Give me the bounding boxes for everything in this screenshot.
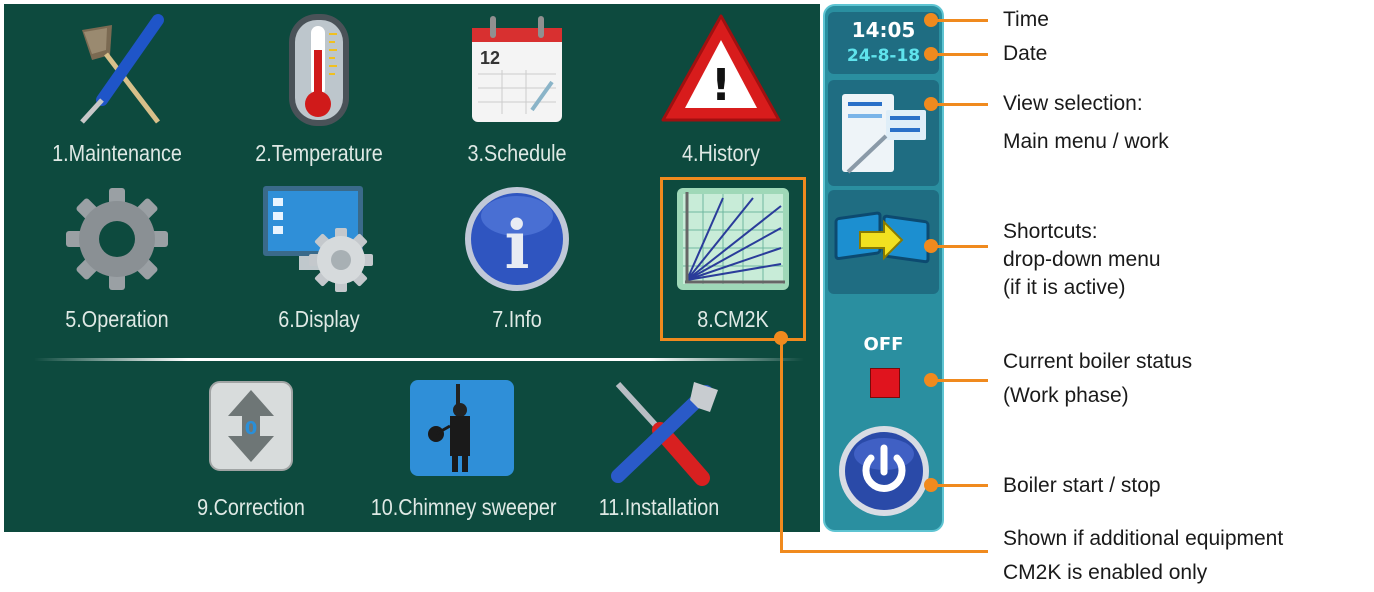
shortcuts-button[interactable] bbox=[828, 190, 939, 294]
gear-icon bbox=[66, 188, 168, 290]
shortcuts-icon bbox=[834, 211, 930, 264]
callout-line-cm2k-horizontal bbox=[780, 550, 988, 553]
menu-divider bbox=[34, 358, 804, 361]
annotation-shortcuts: Shortcuts: drop-down menu (if it is acti… bbox=[1003, 218, 1161, 302]
menu-item-label: 3.Schedule bbox=[467, 140, 567, 166]
callout-line-start-stop bbox=[932, 484, 988, 487]
annotation-time: Time bbox=[1003, 8, 1049, 31]
sidebar: 14:05 24-8-18 OFF bbox=[823, 4, 944, 532]
date-display: 24-8-18 bbox=[846, 46, 921, 66]
calendar-icon: 12 bbox=[472, 16, 562, 122]
callout-line-boiler-status bbox=[932, 379, 988, 382]
annotation-view-selection: View selection: Main menu / work bbox=[1003, 90, 1169, 156]
menu-item-label: 1.Maintenance bbox=[52, 140, 182, 166]
menu-item-installation[interactable]: 11.Installation bbox=[564, 378, 754, 521]
view-selection-icon bbox=[842, 94, 926, 174]
annotation-cm2k: Shown if additional equipment CM2K is en… bbox=[1003, 522, 1283, 590]
menu-item-operation[interactable]: 5.Operation bbox=[22, 184, 212, 333]
menu-item-label: 2.Temperature bbox=[255, 140, 383, 166]
cm2k-highlight-box bbox=[660, 177, 806, 341]
menu-item-temperature[interactable]: 2.Temperature bbox=[224, 10, 414, 167]
correction-value: 0 bbox=[245, 418, 258, 439]
info-icon: i bbox=[465, 187, 569, 291]
status-indicator bbox=[870, 368, 900, 398]
menu-item-history[interactable]: ! 4.History bbox=[626, 10, 816, 167]
annotation-line: Main menu / work bbox=[1003, 130, 1169, 153]
callout-line-view-selection bbox=[932, 103, 988, 106]
display-gear-icon bbox=[263, 186, 373, 292]
menu-item-label: 9.Correction bbox=[197, 494, 305, 520]
time-display: 14:05 bbox=[851, 18, 916, 42]
callout-line-shortcuts bbox=[932, 245, 988, 248]
annotation-line: Shown if additional equipment bbox=[1003, 527, 1284, 550]
annotation-line: (if it is active) bbox=[1003, 276, 1126, 299]
boiler-status-panel: OFF bbox=[828, 324, 939, 416]
screwdriver-wrench-icon bbox=[611, 381, 718, 486]
annotation-line: View selection: bbox=[1003, 92, 1143, 115]
menu-item-schedule[interactable]: 12 3.Schedule bbox=[422, 10, 612, 167]
menu-item-label: 11.Installation bbox=[598, 494, 720, 520]
callout-line-date bbox=[932, 53, 988, 56]
thermometer-icon bbox=[289, 14, 349, 126]
tools-icon bbox=[80, 14, 164, 124]
clock-panel: 14:05 24-8-18 bbox=[828, 12, 939, 74]
menu-item-label: 10.Chimney sweeper bbox=[370, 494, 557, 520]
annotation-start-stop: Boiler start / stop bbox=[1003, 474, 1161, 497]
power-button[interactable] bbox=[837, 424, 931, 518]
calendar-day: 12 bbox=[480, 48, 500, 68]
annotation-line: Shortcuts: bbox=[1003, 220, 1098, 243]
warning-icon: ! bbox=[661, 14, 781, 122]
annotation-date: Date bbox=[1003, 42, 1048, 65]
menu-item-display[interactable]: 6.Display bbox=[224, 184, 414, 333]
callout-line-time bbox=[932, 19, 988, 22]
menu-item-label: 4.History bbox=[681, 140, 761, 166]
info-mark: i bbox=[504, 206, 529, 284]
annotation-boiler-status: Current boiler status (Work phase) bbox=[1003, 348, 1192, 410]
menu-item-correction[interactable]: 0 9.Correction bbox=[156, 378, 346, 521]
menu-item-label: 7.Info bbox=[492, 306, 542, 332]
callout-line-cm2k-vertical bbox=[780, 338, 783, 553]
status-text: OFF bbox=[863, 334, 904, 355]
annotation-line: Current boiler status bbox=[1003, 350, 1193, 373]
menu-item-label: 6.Display bbox=[278, 306, 360, 332]
menu-item-label: 5.Operation bbox=[65, 306, 169, 332]
annotation-line: CM2K is enabled only bbox=[1003, 561, 1208, 584]
menu-item-maintenance[interactable]: 1.Maintenance bbox=[22, 10, 212, 167]
correction-arrows-icon: 0 bbox=[209, 381, 293, 471]
menu-item-info[interactable]: i 7.Info bbox=[422, 184, 612, 333]
annotation-line: (Work phase) bbox=[1003, 384, 1129, 407]
warning-mark: ! bbox=[711, 60, 731, 111]
chimney-sweeper-icon bbox=[410, 380, 514, 476]
menu-item-chimney-sweeper[interactable]: 10.Chimney sweeper bbox=[356, 378, 566, 521]
power-icon bbox=[839, 426, 929, 516]
annotation-line: drop-down menu bbox=[1003, 248, 1161, 271]
main-menu-screen: 1.Maintenance 2.Temperature 12 3.Schedul… bbox=[4, 4, 820, 532]
view-selection-button[interactable] bbox=[828, 80, 939, 186]
